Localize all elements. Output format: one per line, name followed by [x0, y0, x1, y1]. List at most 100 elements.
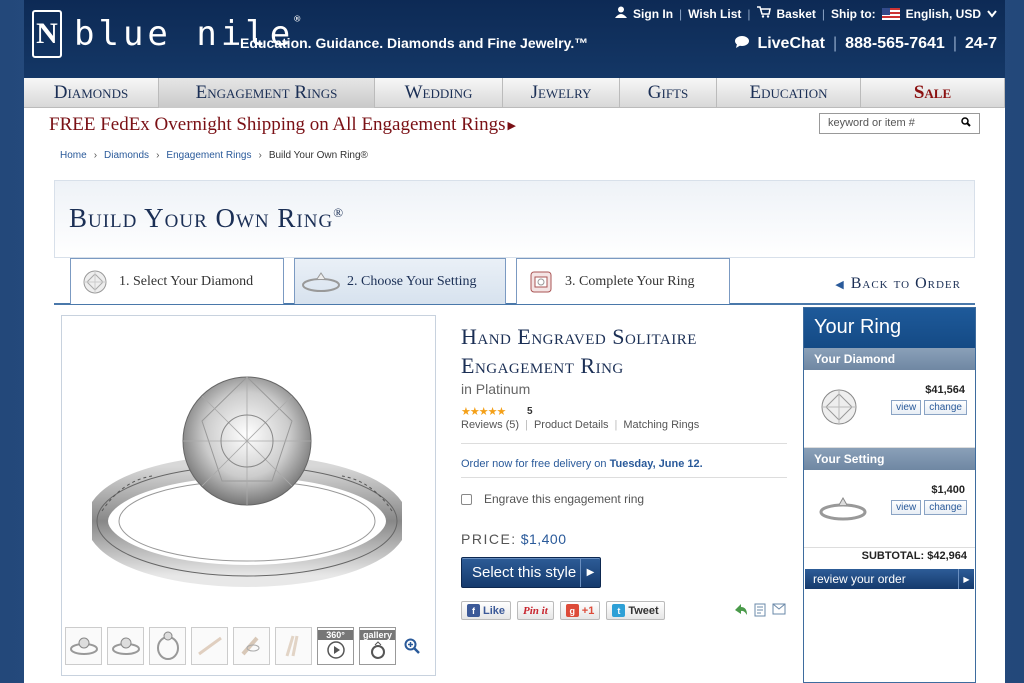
phone-number: 888-565-7641 [845, 35, 945, 52]
view-diamond-button[interactable]: view [891, 400, 922, 415]
breadcrumb: Home › Diamonds › Engagement Rings › Bui… [60, 150, 368, 161]
arrow-right-icon: ▶ [507, 120, 516, 133]
select-style-button[interactable]: Select this style ▶ [461, 557, 601, 588]
locale-selector[interactable]: English, USD [906, 7, 981, 21]
ring-box-icon [527, 268, 555, 296]
nav-wedding[interactable]: Wedding [375, 78, 503, 108]
product-image-viewer: 360° gallery [61, 315, 436, 676]
basket-link[interactable]: Basket [777, 7, 816, 21]
thumbnail-1[interactable] [65, 627, 102, 665]
product-metal: in Platinum [461, 381, 531, 397]
divider [461, 443, 787, 444]
engrave-label: Engrave this engagement ring [484, 492, 645, 506]
your-ring-title: Your Ring [804, 308, 975, 348]
logo-mark: N [32, 10, 62, 58]
subtotal: SUBTOTAL: $42,964 [861, 550, 967, 562]
tagline: Education. Guidance. Diamonds and Fine J… [240, 35, 589, 51]
chevron-right-icon: ▶ [958, 569, 974, 589]
ring-setting-icon [301, 268, 341, 296]
shipping-promo-link[interactable]: FREE FedEx Overnight Shipping on All Eng… [49, 114, 516, 136]
back-to-order-link[interactable]: ◀ Back to Order [835, 275, 961, 293]
diamond-price: $41,564 [925, 384, 965, 396]
nav-diamonds[interactable]: Diamonds [24, 78, 159, 108]
product-title: Hand Engraved Solitaire Engagement Ring [461, 324, 697, 378]
your-diamond-item: $41,564 view change [804, 370, 975, 448]
facebook-icon: f [467, 604, 480, 617]
basket-icon [756, 6, 771, 21]
matching-rings-link[interactable]: Matching Rings [623, 419, 699, 431]
thumbnail-2[interactable] [107, 627, 144, 665]
page: N blue nile® Education. Guidance. Diamon… [24, 0, 1005, 683]
builder-title: Build Your Own Ring® [69, 203, 345, 233]
thumbnail-360[interactable]: 360° [317, 627, 354, 665]
thumbnail-5[interactable] [233, 627, 270, 665]
hours-label: 24-7 [964, 35, 997, 52]
ship-to-label: Ship to: [831, 6, 876, 21]
share-icon[interactable] [734, 603, 748, 620]
builder-banner: Build Your Own Ring® [54, 180, 975, 258]
tweet-button[interactable]: t Tweet [606, 601, 665, 620]
chevron-right-icon: ▶ [580, 558, 600, 587]
livechat-link[interactable]: LiveChat [757, 35, 825, 53]
setting-price: $1,400 [931, 484, 965, 496]
main-nav: Diamonds Engagement Rings Wedding Jewelr… [24, 78, 1005, 108]
your-setting-item: $1,400 view change [804, 470, 975, 548]
user-icon [615, 6, 628, 21]
thumbnail-3[interactable] [149, 627, 186, 665]
product-links: Reviews (5) | Product Details | Matching… [461, 419, 700, 431]
facebook-like-button[interactable]: f Like [461, 601, 512, 620]
pinterest-button[interactable]: Pin it [517, 601, 554, 620]
contact-bar: LiveChat | 888-565-7641 | 24-7 [735, 35, 997, 53]
caret-left-icon: ◀ [835, 279, 845, 291]
search-input[interactable]: keyword or item # [819, 113, 980, 134]
site-header: N blue nile® Education. Guidance. Diamon… [24, 0, 1005, 78]
step-complete-ring[interactable]: 3. Complete Your Ring [516, 258, 730, 304]
your-diamond-header: Your Diamond [804, 348, 975, 370]
email-icon[interactable] [772, 603, 786, 620]
search-icon[interactable] [961, 117, 971, 130]
product-tools [734, 603, 786, 620]
breadcrumb-diamonds[interactable]: Diamonds [104, 150, 149, 161]
diamond-thumbnail [818, 386, 860, 428]
your-setting-header: Your Setting [804, 448, 975, 470]
step-choose-setting[interactable]: 2. Choose Your Setting [294, 258, 506, 304]
nav-education[interactable]: Education [717, 78, 861, 108]
zoom-icon[interactable] [401, 627, 423, 665]
change-setting-button[interactable]: change [924, 500, 967, 515]
price-value: $1,400 [520, 531, 567, 547]
product-price: PRICE: $1,400 [461, 531, 567, 547]
breadcrumb-home[interactable]: Home [60, 150, 87, 161]
subtotal-value: $42,964 [927, 550, 967, 562]
thumbnail-strip: 360° gallery [65, 627, 423, 665]
rating-value: 5 [527, 406, 533, 417]
engrave-checkbox[interactable] [461, 493, 472, 505]
review-order-button[interactable]: review your order ▶ [805, 569, 974, 589]
your-ring-panel: Your Ring Your Diamond $41,564 view chan… [803, 307, 976, 683]
chevron-down-icon[interactable] [987, 7, 997, 21]
rating-stars: ★★★★★ [461, 406, 506, 418]
chat-bubble-icon [735, 35, 750, 53]
nav-gifts[interactable]: Gifts [620, 78, 717, 108]
breadcrumb-engagement-rings[interactable]: Engagement Rings [166, 150, 251, 161]
wish-list-link[interactable]: Wish List [688, 7, 741, 21]
thumbnail-gallery[interactable]: gallery [359, 627, 396, 665]
google-plus-button[interactable]: g +1 [559, 601, 601, 620]
engrave-option[interactable]: Engrave this engagement ring [461, 492, 644, 506]
nav-sale[interactable]: Sale [861, 78, 1005, 108]
product-image[interactable] [86, 371, 408, 606]
nav-engagement-rings[interactable]: Engagement Rings [159, 78, 375, 108]
sign-in-link[interactable]: Sign In [633, 7, 673, 21]
diamond-icon [81, 268, 109, 296]
setting-thumbnail [818, 486, 868, 528]
utility-nav: Sign In | Wish List | Basket | Ship to: … [615, 6, 997, 21]
view-setting-button[interactable]: view [891, 500, 922, 515]
print-icon[interactable] [754, 603, 766, 620]
nav-jewelry[interactable]: Jewelry [503, 78, 620, 108]
change-diamond-button[interactable]: change [924, 400, 967, 415]
step-select-diamond[interactable]: 1. Select Your Diamond [70, 258, 284, 304]
reviews-link[interactable]: Reviews (5) [461, 419, 519, 431]
thumbnail-4[interactable] [191, 627, 228, 665]
delivery-message: Order now for free delivery on Tuesday, … [461, 458, 703, 470]
product-details-link[interactable]: Product Details [534, 419, 609, 431]
thumbnail-6[interactable] [275, 627, 312, 665]
